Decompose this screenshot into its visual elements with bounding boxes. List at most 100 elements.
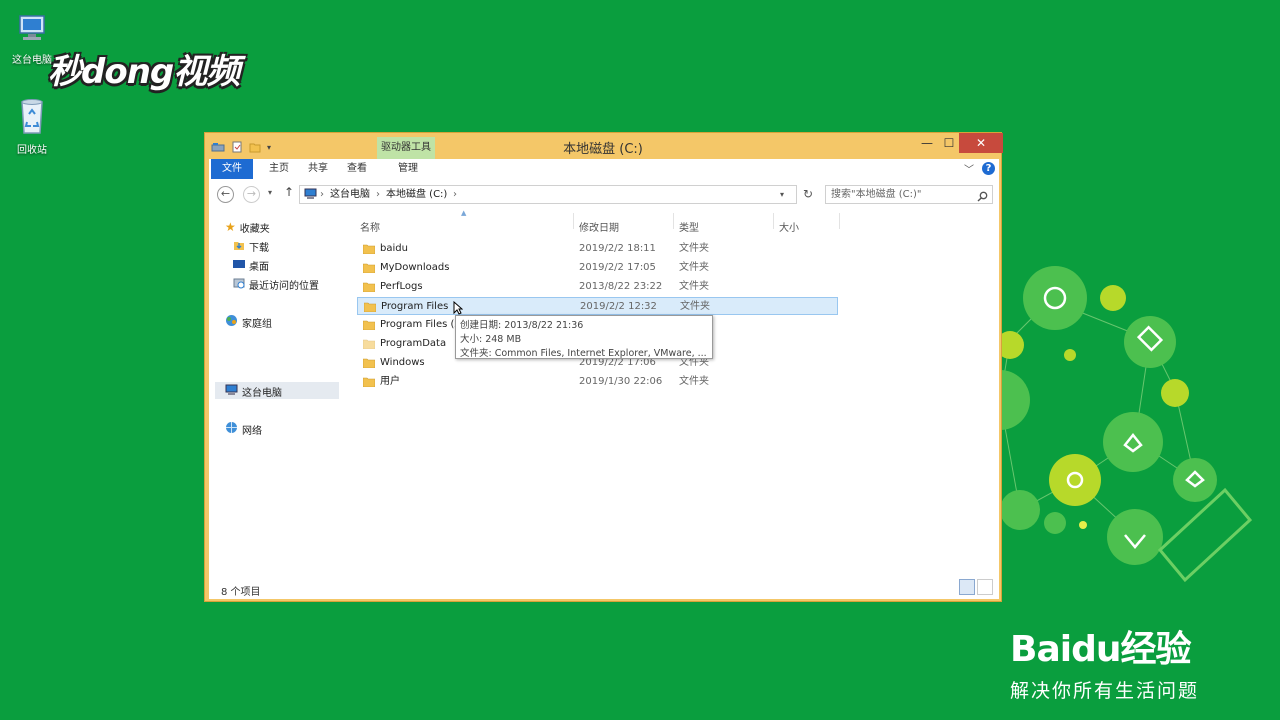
close-button[interactable]: ✕: [959, 133, 1003, 153]
address-dropdown-icon[interactable]: ▾: [780, 186, 784, 203]
column-header-modified[interactable]: 修改日期: [579, 219, 619, 234]
nav-this-pc[interactable]: 这台电脑: [225, 383, 282, 399]
nav-downloads[interactable]: 下载: [233, 238, 269, 254]
pc-icon: [304, 188, 317, 206]
window-title: 本地磁盘 (C:): [563, 142, 643, 157]
file-type: 文件夹: [679, 281, 709, 292]
file-date: 2019/2/2 18:11: [579, 243, 656, 254]
homegroup-icon: [225, 314, 238, 330]
tab-view[interactable]: 查看: [347, 159, 367, 179]
title-bar[interactable]: ▾ 驱动器工具 本地磁盘 (C:) — ☐ ✕: [205, 133, 1003, 159]
folder-icon: [363, 244, 375, 254]
up-button[interactable]: ↑: [284, 185, 294, 199]
navigation-bar: ← → ▾ ↑ › 这台电脑 › 本地磁盘 (C:) › ▾ ↻ 搜索"本地磁盘…: [209, 179, 999, 209]
back-button[interactable]: ←: [217, 186, 234, 203]
nav-label: 下载: [249, 242, 269, 254]
tab-file[interactable]: 文件: [211, 159, 253, 179]
address-bar[interactable]: › 这台电脑 › 本地磁盘 (C:) › ▾: [299, 185, 797, 204]
search-icon: [977, 187, 988, 206]
file-row[interactable]: MyDownloads 2019/2/2 17:05 文件夹: [357, 259, 837, 277]
navigation-pane: ★ 收藏夹 下载 桌面 最近访问的位置 家庭组 这台电脑 网络: [209, 209, 345, 567]
column-header-name[interactable]: 名称: [360, 219, 380, 234]
baidu-slogan: 解决你所有生活问题: [1010, 680, 1200, 702]
file-date: 2019/2/2 12:32: [580, 301, 657, 312]
nav-homegroup[interactable]: 家庭组: [225, 314, 272, 330]
refresh-button[interactable]: ↻: [803, 187, 813, 201]
recycle-bin-icon: [0, 96, 64, 139]
nav-label: 家庭组: [242, 318, 272, 330]
pc-icon: [225, 384, 238, 399]
large-icons-view-icon[interactable]: [977, 579, 993, 595]
nav-network[interactable]: 网络: [225, 421, 262, 437]
file-row-selected[interactable]: Program Files 2019/2/2 12:32 文件夹: [357, 297, 838, 315]
folder-info-tooltip: 创建日期: 2013/8/22 21:36 大小: 248 MB 文件夹: Co…: [455, 315, 713, 359]
column-header-size[interactable]: 大小: [779, 219, 799, 234]
tooltip-contents: 文件夹: Common Files, Internet Explorer, VM…: [460, 348, 707, 359]
file-name: Program Files (x: [380, 319, 461, 330]
folder-icon: [363, 282, 375, 292]
folder-icon: [364, 302, 376, 312]
nav-favorites[interactable]: ★ 收藏夹: [225, 219, 270, 235]
folder-icon: [363, 358, 375, 368]
breadcrumb-this-pc[interactable]: 这台电脑: [330, 186, 370, 203]
desktop-icon-recycle-bin[interactable]: 回收站: [0, 96, 64, 156]
star-icon: ★: [225, 220, 236, 234]
details-view-icon[interactable]: [959, 579, 975, 595]
search-input[interactable]: 搜索"本地磁盘 (C:)": [825, 185, 993, 204]
file-name: Program Files: [381, 301, 449, 312]
expand-ribbon-icon[interactable]: ﹀: [964, 161, 974, 176]
forward-button[interactable]: →: [243, 186, 260, 203]
file-row[interactable]: 用户 2019/1/30 22:06 文件夹: [357, 373, 837, 391]
desktop-icon: [233, 258, 245, 273]
file-name: Windows: [380, 357, 425, 368]
explorer-content: ← → ▾ ↑ › 这台电脑 › 本地磁盘 (C:) › ▾ ↻ 搜索"本地磁盘…: [209, 179, 999, 599]
file-type: 文件夹: [679, 262, 709, 273]
ribbon-tabs: 文件 主页 共享 查看 管理 ﹀ ?: [209, 159, 999, 179]
status-bar: 8 个项目: [209, 577, 999, 599]
desktop-icon-label: 回收站: [17, 145, 47, 156]
file-date: 2013/8/22 23:22: [579, 281, 663, 292]
file-type: 文件夹: [679, 243, 709, 254]
watermark-logo: 秒dong视频: [48, 52, 240, 92]
file-date: 2019/2/2 17:05: [579, 262, 656, 273]
folder-icon: [363, 320, 375, 330]
explorer-window: ▾ 驱动器工具 本地磁盘 (C:) — ☐ ✕ 文件 主页 共享 查看 管理 ﹀…: [204, 132, 1003, 602]
file-type: 文件夹: [679, 376, 709, 387]
item-count: 8 个项目: [221, 587, 261, 598]
nav-recent[interactable]: 最近访问的位置: [233, 276, 319, 292]
file-name: baidu: [380, 243, 408, 254]
column-header-type[interactable]: 类型: [679, 219, 699, 234]
file-type: 文件夹: [680, 301, 710, 312]
help-icon[interactable]: ?: [982, 162, 995, 175]
mouse-cursor-icon: [453, 301, 463, 315]
folder-icon: [363, 263, 375, 273]
nav-desktop[interactable]: 桌面: [233, 257, 269, 273]
baidu-logo-text: Baidu经验: [1010, 629, 1191, 670]
nav-label: 这台电脑: [242, 387, 282, 399]
file-name: PerfLogs: [380, 281, 423, 292]
file-name: 用户: [380, 376, 400, 387]
baidu-brand: Baidu经验 解决你所有生活问题: [1010, 620, 1199, 703]
file-date: 2019/1/30 22:06: [579, 376, 663, 387]
file-row[interactable]: baidu 2019/2/2 18:11 文件夹: [357, 240, 837, 258]
recent-locations-icon[interactable]: ▾: [268, 188, 272, 197]
decorative-network-graphic: [1000, 266, 1253, 583]
file-name: ProgramData: [380, 338, 447, 349]
downloads-icon: [233, 239, 245, 254]
recent-places-icon: [233, 277, 245, 292]
tab-home[interactable]: 主页: [269, 159, 289, 179]
nav-label: 桌面: [249, 261, 269, 273]
folder-icon: [363, 377, 375, 387]
file-row[interactable]: PerfLogs 2013/8/22 23:22 文件夹: [357, 278, 837, 296]
folder-icon: [363, 339, 375, 349]
network-icon: [225, 421, 238, 437]
nav-label: 最近访问的位置: [249, 280, 319, 292]
file-name: MyDownloads: [380, 262, 450, 273]
tooltip-size: 大小: 248 MB: [460, 334, 522, 345]
nav-label: 网络: [242, 425, 262, 437]
tab-share[interactable]: 共享: [308, 159, 328, 179]
tooltip-created: 创建日期: 2013/8/22 21:36: [460, 320, 584, 331]
breadcrumb-local-disk[interactable]: 本地磁盘 (C:): [386, 186, 447, 203]
sort-indicator-icon: ▲: [461, 209, 467, 217]
tab-manage[interactable]: 管理: [398, 159, 418, 179]
